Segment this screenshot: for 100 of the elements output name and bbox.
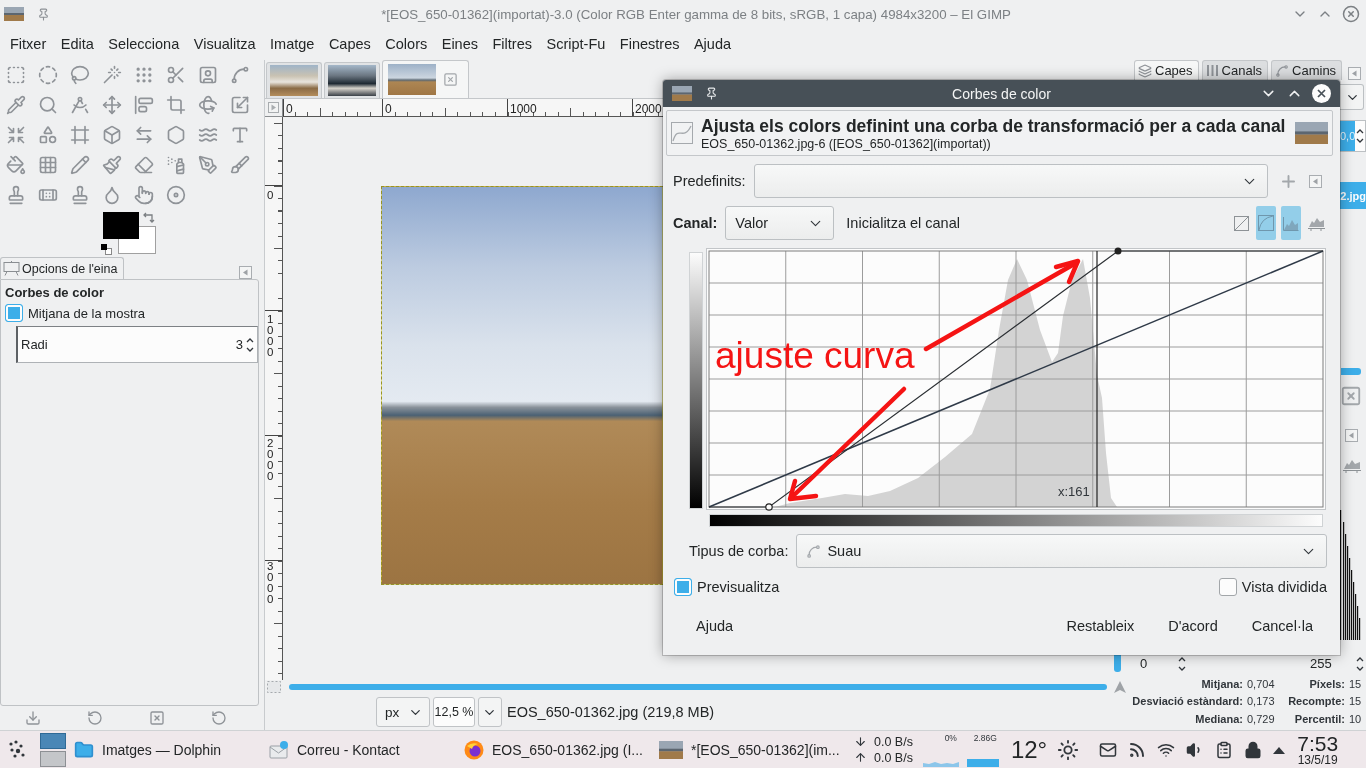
shrink-icon[interactable] xyxy=(6,125,26,145)
envelope-icon[interactable] xyxy=(1099,740,1118,759)
triangle-icon[interactable] xyxy=(1273,745,1286,754)
tool-options-tab[interactable]: Opcions de l'eina xyxy=(0,257,124,279)
control-point-icon[interactable] xyxy=(1114,247,1122,255)
collapse-icon[interactable] xyxy=(1348,67,1362,80)
menu-item[interactable]: Selecciona xyxy=(108,34,180,54)
scale-icon[interactable] xyxy=(230,95,250,115)
presets-dropdown[interactable] xyxy=(753,164,1268,198)
menu-item[interactable]: Edita xyxy=(60,34,94,54)
desktop-thumbnail[interactable] xyxy=(40,750,66,767)
range-max-field[interactable]: 255 xyxy=(1308,656,1366,672)
scissors-icon[interactable] xyxy=(166,65,186,85)
spin-arrows-icon[interactable] xyxy=(1356,128,1365,144)
rotate-icon[interactable] xyxy=(198,95,218,115)
horizontal-scrollbar[interactable] xyxy=(289,684,1107,690)
stamp-icon[interactable] xyxy=(70,185,90,205)
move-icon[interactable] xyxy=(102,95,122,115)
dock-tab[interactable]: Canals xyxy=(1201,60,1269,80)
lasso-icon[interactable] xyxy=(70,65,90,85)
image-tab[interactable] xyxy=(324,62,380,98)
collapse-icon[interactable] xyxy=(1345,429,1358,442)
menu-item[interactable]: Eines xyxy=(441,34,478,54)
close-icon[interactable] xyxy=(1342,5,1360,23)
paintbrush-icon[interactable] xyxy=(102,155,122,175)
waves-icon[interactable] xyxy=(198,125,218,145)
spray-can-icon[interactable] xyxy=(166,155,186,175)
pin-icon[interactable] xyxy=(37,7,50,21)
clipboard-icon[interactable] xyxy=(1215,740,1234,759)
menu-item[interactable]: Capes xyxy=(328,34,371,54)
undo-arrow-icon[interactable] xyxy=(87,710,103,726)
color-swatch-icon[interactable] xyxy=(101,212,157,256)
clock[interactable]: 7:53 13/5/19 xyxy=(1297,732,1339,767)
curve-type-dropdown[interactable]: Suau xyxy=(796,534,1327,568)
mode-dropdown[interactable] xyxy=(1340,84,1364,110)
pin-icon[interactable] xyxy=(705,87,718,100)
dock-tab[interactable]: Capes xyxy=(1134,60,1199,80)
delete-icon[interactable] xyxy=(1340,385,1362,407)
reset-channel-button[interactable]: Inicialitza el canal xyxy=(842,207,964,239)
range-min-field[interactable]: 0 xyxy=(1138,656,1188,672)
zoom-dropdown-button[interactable] xyxy=(478,697,502,727)
droplet-icon[interactable] xyxy=(102,185,122,205)
pen-icon[interactable] xyxy=(198,155,218,175)
checkbox-label[interactable]: Previsualitza xyxy=(697,579,780,595)
dialog-button[interactable]: Restableix xyxy=(1053,610,1148,642)
collapse-icon[interactable] xyxy=(239,266,252,279)
menu-item[interactable]: Finestres xyxy=(619,34,680,54)
shapes-icon[interactable] xyxy=(38,125,58,145)
menu-item[interactable]: Imatge xyxy=(270,34,315,54)
cube-icon[interactable] xyxy=(102,125,122,145)
task-button[interactable]: *[EOS_650-01362](im... xyxy=(651,731,846,768)
dock-tab[interactable]: Camins xyxy=(1271,60,1343,80)
dialog-button[interactable]: Cancel·la xyxy=(1238,610,1326,642)
dots-icon[interactable] xyxy=(134,65,154,85)
undo-arrow-icon[interactable] xyxy=(211,710,227,726)
menu-item[interactable]: Colors xyxy=(385,34,428,54)
view-toggle[interactable] xyxy=(1256,206,1276,240)
help-button[interactable]: Ajuda xyxy=(683,610,747,642)
person-square-icon[interactable] xyxy=(198,65,218,85)
desktop-thumbnail[interactable] xyxy=(40,732,66,749)
magnifier-icon[interactable] xyxy=(38,95,58,115)
checkbox[interactable] xyxy=(1218,578,1237,596)
sun-icon[interactable] xyxy=(1057,738,1080,761)
lock-icon[interactable] xyxy=(1244,740,1263,759)
align-icon[interactable] xyxy=(134,95,154,115)
dashed-circle-icon[interactable] xyxy=(38,65,58,85)
grid-icon[interactable] xyxy=(38,155,58,175)
checkbox[interactable] xyxy=(5,304,23,322)
menu-item[interactable]: Ajuda xyxy=(693,34,732,54)
rss-icon[interactable] xyxy=(1128,740,1147,759)
brush-icon[interactable] xyxy=(230,155,250,175)
magic-wand-icon[interactable] xyxy=(102,65,122,85)
download-icon[interactable] xyxy=(25,710,41,726)
menu-item[interactable]: Fitxer xyxy=(10,34,47,54)
checkbox-label[interactable]: Mitjana de la mostra xyxy=(28,305,146,321)
paint-bucket-icon[interactable] xyxy=(6,155,26,175)
spline-icon[interactable] xyxy=(230,65,250,85)
checkbox-label[interactable]: Vista dividida xyxy=(1241,579,1327,595)
collapse-icon[interactable] xyxy=(1309,174,1322,188)
spin-arrows-icon[interactable] xyxy=(1178,656,1186,672)
spin-arrows-icon[interactable] xyxy=(246,336,254,353)
task-button[interactable]: EOS_650-01362.jpg (I... xyxy=(456,731,651,768)
task-button[interactable]: Correu - Kontact xyxy=(261,731,456,768)
pointer-icon[interactable] xyxy=(134,185,154,205)
stamp-icon[interactable] xyxy=(6,185,26,205)
square-x-icon[interactable] xyxy=(149,710,165,726)
checkbox[interactable] xyxy=(674,578,692,596)
eraser-icon[interactable] xyxy=(134,155,154,175)
view-toggle[interactable] xyxy=(1281,206,1301,240)
close-icon[interactable] xyxy=(1312,84,1331,103)
pencil-icon[interactable] xyxy=(70,155,90,175)
text-icon[interactable] xyxy=(230,125,250,145)
task-button[interactable]: Imatges — Dolphin xyxy=(66,731,261,768)
menu-item[interactable]: Filtres xyxy=(492,34,532,54)
channel-dropdown[interactable]: Valor xyxy=(725,206,835,240)
spin-arrows-icon[interactable] xyxy=(1356,656,1364,672)
disc-icon[interactable] xyxy=(166,185,186,205)
crop-icon[interactable] xyxy=(166,95,186,115)
dashed-square-icon[interactable] xyxy=(266,680,282,694)
layers-scrollbar[interactable] xyxy=(1341,368,1361,375)
